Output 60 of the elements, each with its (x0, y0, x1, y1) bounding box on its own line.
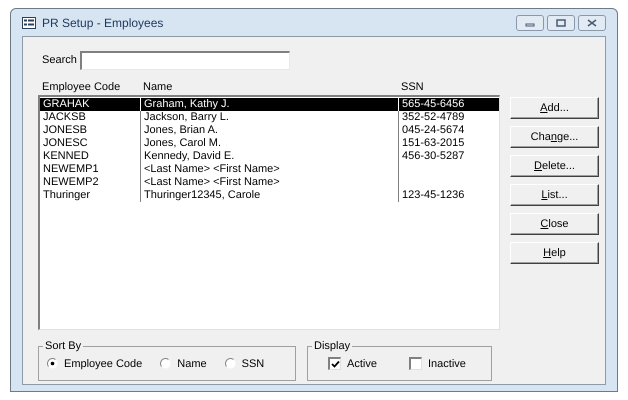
table-cell: JONESC (40, 137, 141, 150)
table-cell: NEWEMP2 (40, 176, 141, 189)
radio-button[interactable] (47, 358, 58, 370)
action-button[interactable]: Add... (510, 97, 599, 119)
table-cell: Jones, Carol M. (141, 137, 399, 150)
column-header: Employee Code (42, 80, 122, 94)
window-title: PR Setup - Employees (42, 14, 164, 32)
radio-label[interactable]: SSN (242, 356, 264, 372)
close-icon (587, 18, 597, 26)
table-cell-text: 151-63-2015 (401, 137, 466, 150)
table-row[interactable]: NEWEMP1 <Last Name> <First Name> (40, 163, 499, 176)
action-button[interactable]: Close (510, 213, 599, 235)
checkbox[interactable] (328, 357, 341, 370)
table-cell-text: 045-24-5674 (401, 124, 466, 137)
minimize-button[interactable] (516, 14, 544, 30)
group-title: Sort By (44, 339, 82, 354)
maximize-button[interactable] (547, 14, 575, 30)
radio-button[interactable] (160, 358, 172, 370)
table-row[interactable]: NEWEMP2 <Last Name> <First Name> (40, 176, 499, 189)
radio-label[interactable]: Name (177, 356, 207, 372)
action-button[interactable]: Change... (510, 126, 599, 148)
table-row[interactable]: Thuringer Thuringer12345, Carole 123-45-1236 (40, 189, 499, 202)
table-row[interactable]: JONESC Jones, Carol M. 151-63-2015 (40, 137, 499, 150)
checkbox[interactable] (408, 357, 422, 370)
search-field[interactable] (80, 50, 290, 70)
table-row[interactable]: JACKSB Jackson, Barry L. 352-52-4789 (40, 111, 499, 124)
table-cell: NEWEMP1 (40, 163, 141, 176)
table-cell: GRAHAK (40, 98, 141, 111)
table-cell: JONESB (40, 124, 141, 137)
table-row[interactable]: GRAHAK Graham, Kathy J. 565-45-6456 (40, 98, 499, 111)
maximize-icon (556, 18, 566, 26)
search-label: Search (42, 52, 77, 68)
table-row[interactable]: JONESB Jones, Brian A. 045-24-5674 (40, 124, 499, 137)
table-cell-text: 352-52-4789 (401, 111, 466, 124)
action-button[interactable]: Help (510, 242, 599, 264)
checkbox-label[interactable]: Active (347, 356, 377, 372)
table-cell-text: 565-45-6456 (401, 98, 466, 111)
column-header: SSN (401, 80, 425, 94)
action-button[interactable]: Delete... (510, 155, 599, 177)
table-cell: <Last Name> <First Name> (141, 163, 399, 176)
table-cell: <Last Name> <First Name> (141, 176, 399, 189)
table-cell: Jones, Brian A. (141, 124, 399, 137)
radio-label[interactable]: Employee Code (64, 356, 142, 372)
table-cell-text: 456-30-5287 (401, 150, 466, 163)
table-cell: Thuringer (40, 189, 141, 202)
table-cell: JACKSB (40, 111, 141, 124)
table-cell: Jackson, Barry L. (141, 111, 399, 124)
table-row[interactable]: KENNED Kennedy, David E. 456-30-5287 (40, 150, 499, 163)
column-header: Name (143, 80, 174, 94)
table-cell: Thuringer12345, Carole (141, 189, 399, 202)
checkbox-label[interactable]: Inactive (428, 356, 466, 372)
table-cell: Kennedy, David E. (141, 150, 399, 163)
action-button[interactable]: List... (510, 184, 599, 206)
close-button[interactable] (578, 14, 606, 30)
app-icon (22, 16, 36, 28)
group-title: Display (313, 339, 352, 354)
radio-button[interactable] (224, 358, 236, 370)
table-cell: KENNED (40, 150, 141, 163)
table-cell-text: 123-45-1236 (401, 189, 466, 202)
table-cell: Graham, Kathy J. (141, 98, 399, 111)
